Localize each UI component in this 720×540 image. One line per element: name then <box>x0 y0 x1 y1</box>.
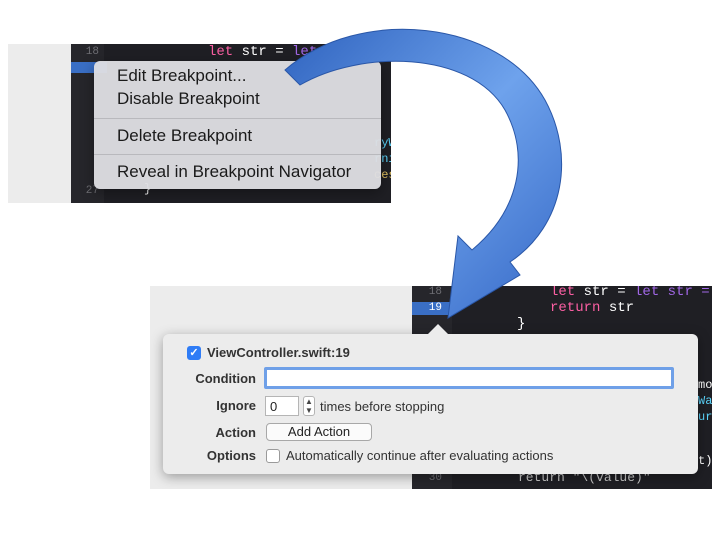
menu-separator <box>94 118 381 119</box>
code-line-19: return str <box>550 300 635 316</box>
code-brace: } <box>517 316 526 332</box>
auto-continue-label: Automatically continue after evaluating … <box>286 448 554 463</box>
context-menu-screenshot: 18 27 let str = let str = string(from: r… <box>8 44 391 203</box>
code-line: let str = let str = string(from: <box>208 44 391 60</box>
code-fragment: ur <box>698 410 712 424</box>
navigator-pane <box>8 44 71 203</box>
auto-continue-checkbox[interactable] <box>266 449 280 463</box>
breakpoint-enabled-checkbox[interactable]: ✓ <box>187 346 201 360</box>
line-number-19: 19 <box>428 302 442 314</box>
menu-item-reveal-in-navigator[interactable]: Reveal in Breakpoint Navigator <box>117 162 351 182</box>
menu-item-edit-breakpoint[interactable]: Edit Breakpoint... <box>117 66 246 86</box>
breakpoint-popover: ✓ ViewController.swift:19 Condition Igno… <box>163 324 698 474</box>
up-down-chevron-icon[interactable]: ▲ ▼ <box>303 396 315 416</box>
menu-separator <box>94 154 381 155</box>
menu-item-disable-breakpoint[interactable]: Disable Breakpoint <box>117 89 260 109</box>
breakpoint-context-menu: Edit Breakpoint... Disable Breakpoint De… <box>94 61 381 189</box>
popover-caret <box>428 324 448 334</box>
code-fragment: mo <box>698 378 712 392</box>
options-label: Options <box>206 448 256 463</box>
add-action-button[interactable]: Add Action <box>266 423 372 441</box>
code-fragment: t) <box>698 454 712 468</box>
breakpoint-title: ViewController.swift:19 <box>207 345 350 360</box>
line-number-18: 18 <box>85 46 99 58</box>
code-line-18: let str = let str = string(fro <box>550 286 712 300</box>
ignore-label: Ignore <box>216 398 256 413</box>
ignore-suffix: times before stopping <box>320 399 445 414</box>
action-label: Action <box>215 425 256 440</box>
condition-label: Condition <box>195 371 256 386</box>
code-text: let str = string(from: <box>292 44 391 60</box>
condition-input[interactable] <box>264 367 674 389</box>
line-number-18: 18 <box>428 286 442 298</box>
code-fragment: Wa <box>698 394 712 408</box>
ignore-count-input[interactable]: 0 <box>265 396 299 416</box>
checkmark-icon: ✓ <box>189 347 199 359</box>
breakpoint-editor-screenshot: 18 19 30 let str = let str = string(fro … <box>150 286 712 489</box>
menu-item-delete-breakpoint[interactable]: Delete Breakpoint <box>117 126 252 146</box>
code-text: let str = string(fro <box>634 286 710 300</box>
